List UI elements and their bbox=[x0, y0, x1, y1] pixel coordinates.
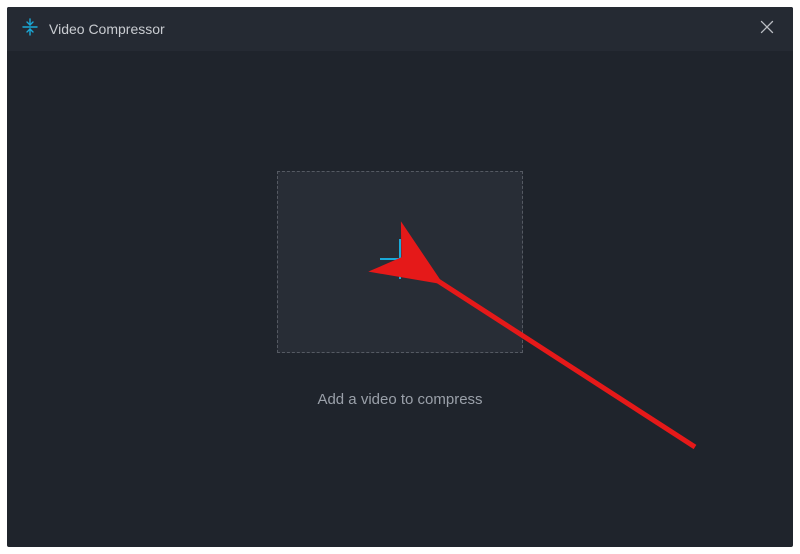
app-title: Video Compressor bbox=[49, 21, 165, 37]
compress-icon bbox=[21, 18, 39, 41]
titlebar: Video Compressor bbox=[7, 7, 793, 51]
plus-icon bbox=[377, 236, 423, 287]
content-area: Add a video to compress bbox=[7, 51, 793, 547]
add-video-dropzone[interactable] bbox=[277, 171, 523, 353]
app-window: Video Compressor bbox=[7, 7, 793, 547]
close-icon bbox=[760, 20, 774, 39]
dropzone-hint: Add a video to compress bbox=[317, 391, 482, 408]
close-button[interactable] bbox=[755, 17, 779, 41]
title-left: Video Compressor bbox=[21, 18, 165, 41]
